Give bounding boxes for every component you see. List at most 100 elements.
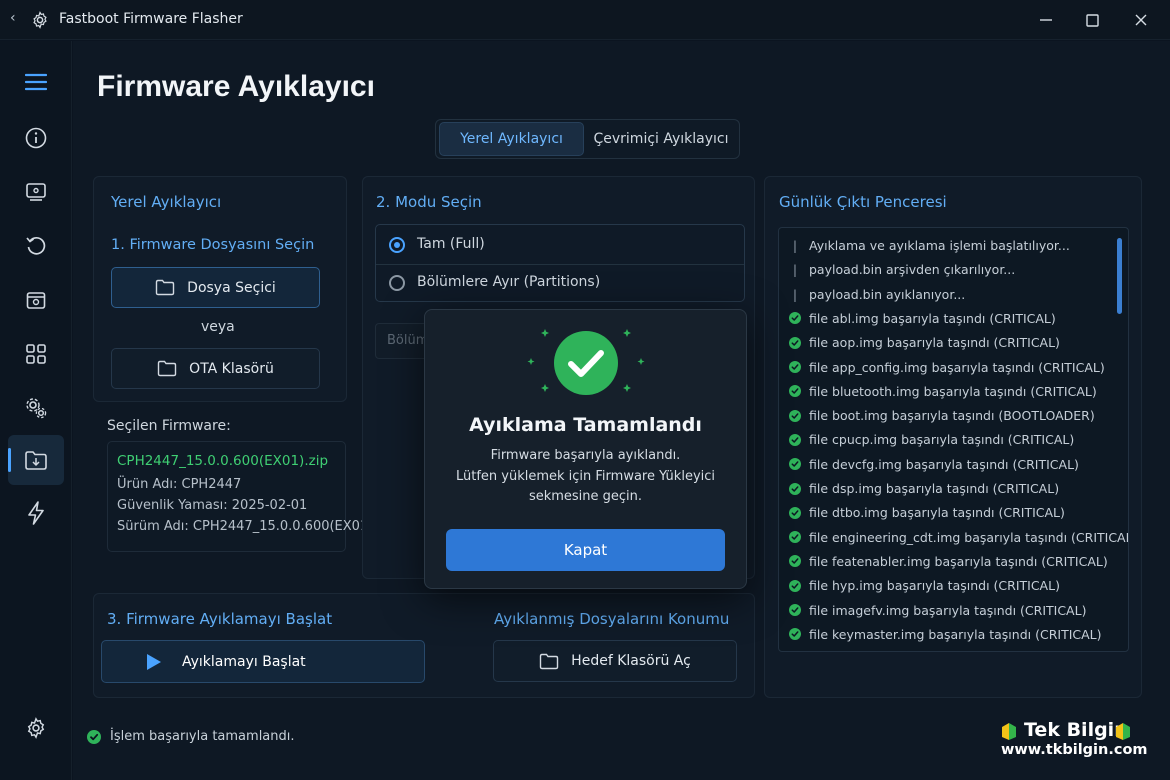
log-line-text: file featenabler.img başarıyla taşındı (… (809, 553, 1108, 569)
reset-icon[interactable] (18, 228, 54, 264)
log-line: file hyp.img başarıyla taşındı (CRITICAL… (789, 578, 1060, 593)
tab-online-extractor[interactable]: Çevrimiçi Ayıklayıcı (586, 122, 736, 156)
log-line-text: file abl.img başarıyla taşındı (CRITICAL… (809, 310, 1056, 326)
file-picker-button[interactable]: Dosya Seçici (111, 267, 320, 308)
page-title: Firmware Ayıklayıcı (97, 70, 375, 103)
success-check-icon (789, 433, 801, 446)
window-title: Fastboot Firmware Flasher (59, 11, 243, 27)
divider (376, 264, 744, 265)
settings-icon[interactable] (18, 710, 54, 746)
log-line: file aop.img başarıyla taşındı (CRITICAL… (789, 335, 1060, 350)
dialog-message: Firmware başarıyla ayıklandı. Lütfen yük… (440, 446, 731, 508)
log-line: file dtbo.img başarıyla taşındı (CRITICA… (789, 505, 1065, 520)
log-line: file boot.img başarıyla taşındı (BOOTLOA… (789, 408, 1095, 423)
log-line: file cpucp.img başarıyla taşındı (CRITIC… (789, 432, 1074, 447)
success-check-icon (789, 604, 801, 616)
status-text: İşlem başarıyla tamamlandı. (110, 729, 295, 744)
log-line-text: file hyp.img başarıyla taşındı (CRITICAL… (809, 578, 1060, 594)
dialog-message-line: Lütfen yüklemek için Firmware Yükleyici (455, 468, 716, 484)
log-line-text: file cpucp.img başarıyla taşındı (CRITIC… (809, 432, 1075, 448)
log-line-text: Ayıklama ve ayıklama işlemi başlatılıyor… (809, 238, 1070, 253)
log-line-text: file boot.img başarıyla taşındı (BOOTLOA… (809, 408, 1095, 424)
ota-folder-button[interactable]: OTA Klasörü (111, 348, 320, 389)
folder-icon (155, 279, 175, 296)
log-scrollbar[interactable] (1117, 238, 1122, 314)
success-check-icon (789, 531, 801, 544)
close-dialog-button[interactable]: Kapat (446, 529, 725, 571)
or-label: veya (201, 319, 235, 335)
start-extraction-button[interactable]: Ayıklamayı Başlat (101, 640, 425, 683)
close-button[interactable] (1129, 8, 1153, 32)
log-line-text: file bluetooth.img başarıyla taşındı (CR… (809, 383, 1097, 399)
status-ok-icon (87, 730, 101, 744)
firmware-security-patch: Güvenlik Yaması: 2025-02-01 (117, 498, 308, 513)
log-line: file featenabler.img başarıyla taşındı (… (789, 554, 1108, 569)
minimize-button[interactable] (1034, 8, 1058, 32)
local-extractor-heading: Yerel Ayıklayıcı (111, 193, 222, 211)
settings-gears-icon[interactable] (18, 390, 54, 426)
log-line-text: file engineering_cdt.img başarıyla taşın… (809, 529, 1129, 545)
radio-full[interactable] (389, 237, 405, 253)
log-line-text: payload.bin ayıklanıyor... (809, 286, 966, 302)
menu-icon[interactable] (18, 64, 54, 100)
log-line: file bluetooth.img başarıyla taşındı (CR… (789, 384, 1097, 399)
success-check-icon (789, 555, 801, 568)
ota-folder-label: OTA Klasörü (189, 360, 274, 377)
dialog-message-line: sekmesine geçin. (528, 489, 643, 504)
success-check-icon (789, 628, 801, 641)
selected-firmware-label: Seçilen Firmware: (107, 418, 231, 434)
log-heading: Günlük Çıktı Penceresi (779, 193, 947, 211)
output-location-heading: Ayıklanmış Dosyalarını Konumu (494, 610, 730, 628)
success-check-icon (789, 361, 801, 373)
log-line-text: file aop.img başarıyla taşındı (CRITICAL… (809, 335, 1060, 351)
log-marker-icon: | (792, 262, 798, 278)
log-marker-icon: | (792, 286, 798, 302)
info-icon[interactable] (18, 120, 54, 156)
apps-icon[interactable] (18, 336, 54, 372)
log-line-text: file devcfg.img başarıyla taşındı (CRITI… (809, 456, 1079, 472)
folder-icon (157, 360, 177, 377)
start-heading: 3. Firmware Ayıklamayı Başlat (107, 610, 333, 628)
success-check-icon (789, 506, 801, 519)
brand-name: Tek Bilgin (1024, 719, 1128, 741)
log-line-text: file imagefv.img başarıyla taşındı (CRIT… (809, 602, 1087, 618)
log-line-text: file dsp.img başarıyla taşındı (CRITICAL… (809, 481, 1060, 496)
success-check-icon (526, 326, 646, 400)
device-icon[interactable] (18, 174, 54, 210)
partition-input-hint: Bölüm (387, 333, 429, 348)
success-check-icon (789, 409, 801, 422)
open-target-folder-button[interactable]: Hedef Klasörü Aç (493, 640, 737, 682)
flash-icon[interactable] (18, 495, 54, 531)
firmware-version: Sürüm Adı: CPH2447_15.0.0.600(EX01) (117, 519, 374, 534)
dialog-title: Ayıklama Tamamlandı (469, 414, 702, 436)
sidebar-active-indicator (8, 448, 11, 472)
log-line: file imagefv.img başarıyla taşındı (CRIT… (789, 603, 1086, 618)
folder-extract-icon[interactable] (18, 442, 54, 478)
dialog-message-line: Firmware başarıyla ayıklandı. (490, 448, 681, 463)
mode-heading: 2. Modu Seçin (376, 193, 482, 211)
log-line: file devcfg.img başarıyla taşındı (CRITI… (789, 457, 1079, 472)
log-line-text: file dtbo.img başarıyla taşındı (CRITICA… (809, 505, 1065, 521)
back-icon[interactable]: ‹ (10, 10, 16, 26)
step1-heading: 1. Firmware Dosyasını Seçin (111, 237, 315, 253)
log-line: | payload.bin arşivden çıkarılıyor... (789, 262, 1015, 277)
log-line: file engineering_cdt.img başarıyla taşın… (789, 529, 1129, 545)
log-line: file keymaster.img başarıyla taşındı (CR… (789, 627, 1102, 642)
maximize-button[interactable] (1080, 8, 1104, 32)
play-icon (147, 653, 161, 670)
tab-local-extractor[interactable]: Yerel Ayıklayıcı (439, 122, 584, 156)
radio-partitions-label: Bölümlere Ayır (Partitions) (417, 274, 601, 290)
radio-partitions[interactable] (389, 275, 405, 291)
success-check-icon (789, 336, 801, 349)
firmware-product: Ürün Adı: CPH2447 (117, 477, 242, 492)
success-check-icon (789, 579, 801, 592)
start-extraction-label: Ayıklamayı Başlat (182, 653, 306, 670)
log-output[interactable]: | Ayıklama ve ayıklama işlemi başlatılıyo… (778, 227, 1129, 652)
open-target-folder-label: Hedef Klasörü Aç (571, 653, 691, 669)
success-check-icon (789, 312, 801, 325)
log-line: file dsp.img başarıyla taşındı (CRITICAL… (789, 481, 1059, 496)
log-line-text: payload.bin arşivden çıkarılıyor... (809, 262, 1016, 278)
package-icon[interactable] (18, 282, 54, 318)
log-line: | payload.bin ayıklanıyor... (789, 287, 965, 302)
folder-icon (539, 653, 559, 669)
